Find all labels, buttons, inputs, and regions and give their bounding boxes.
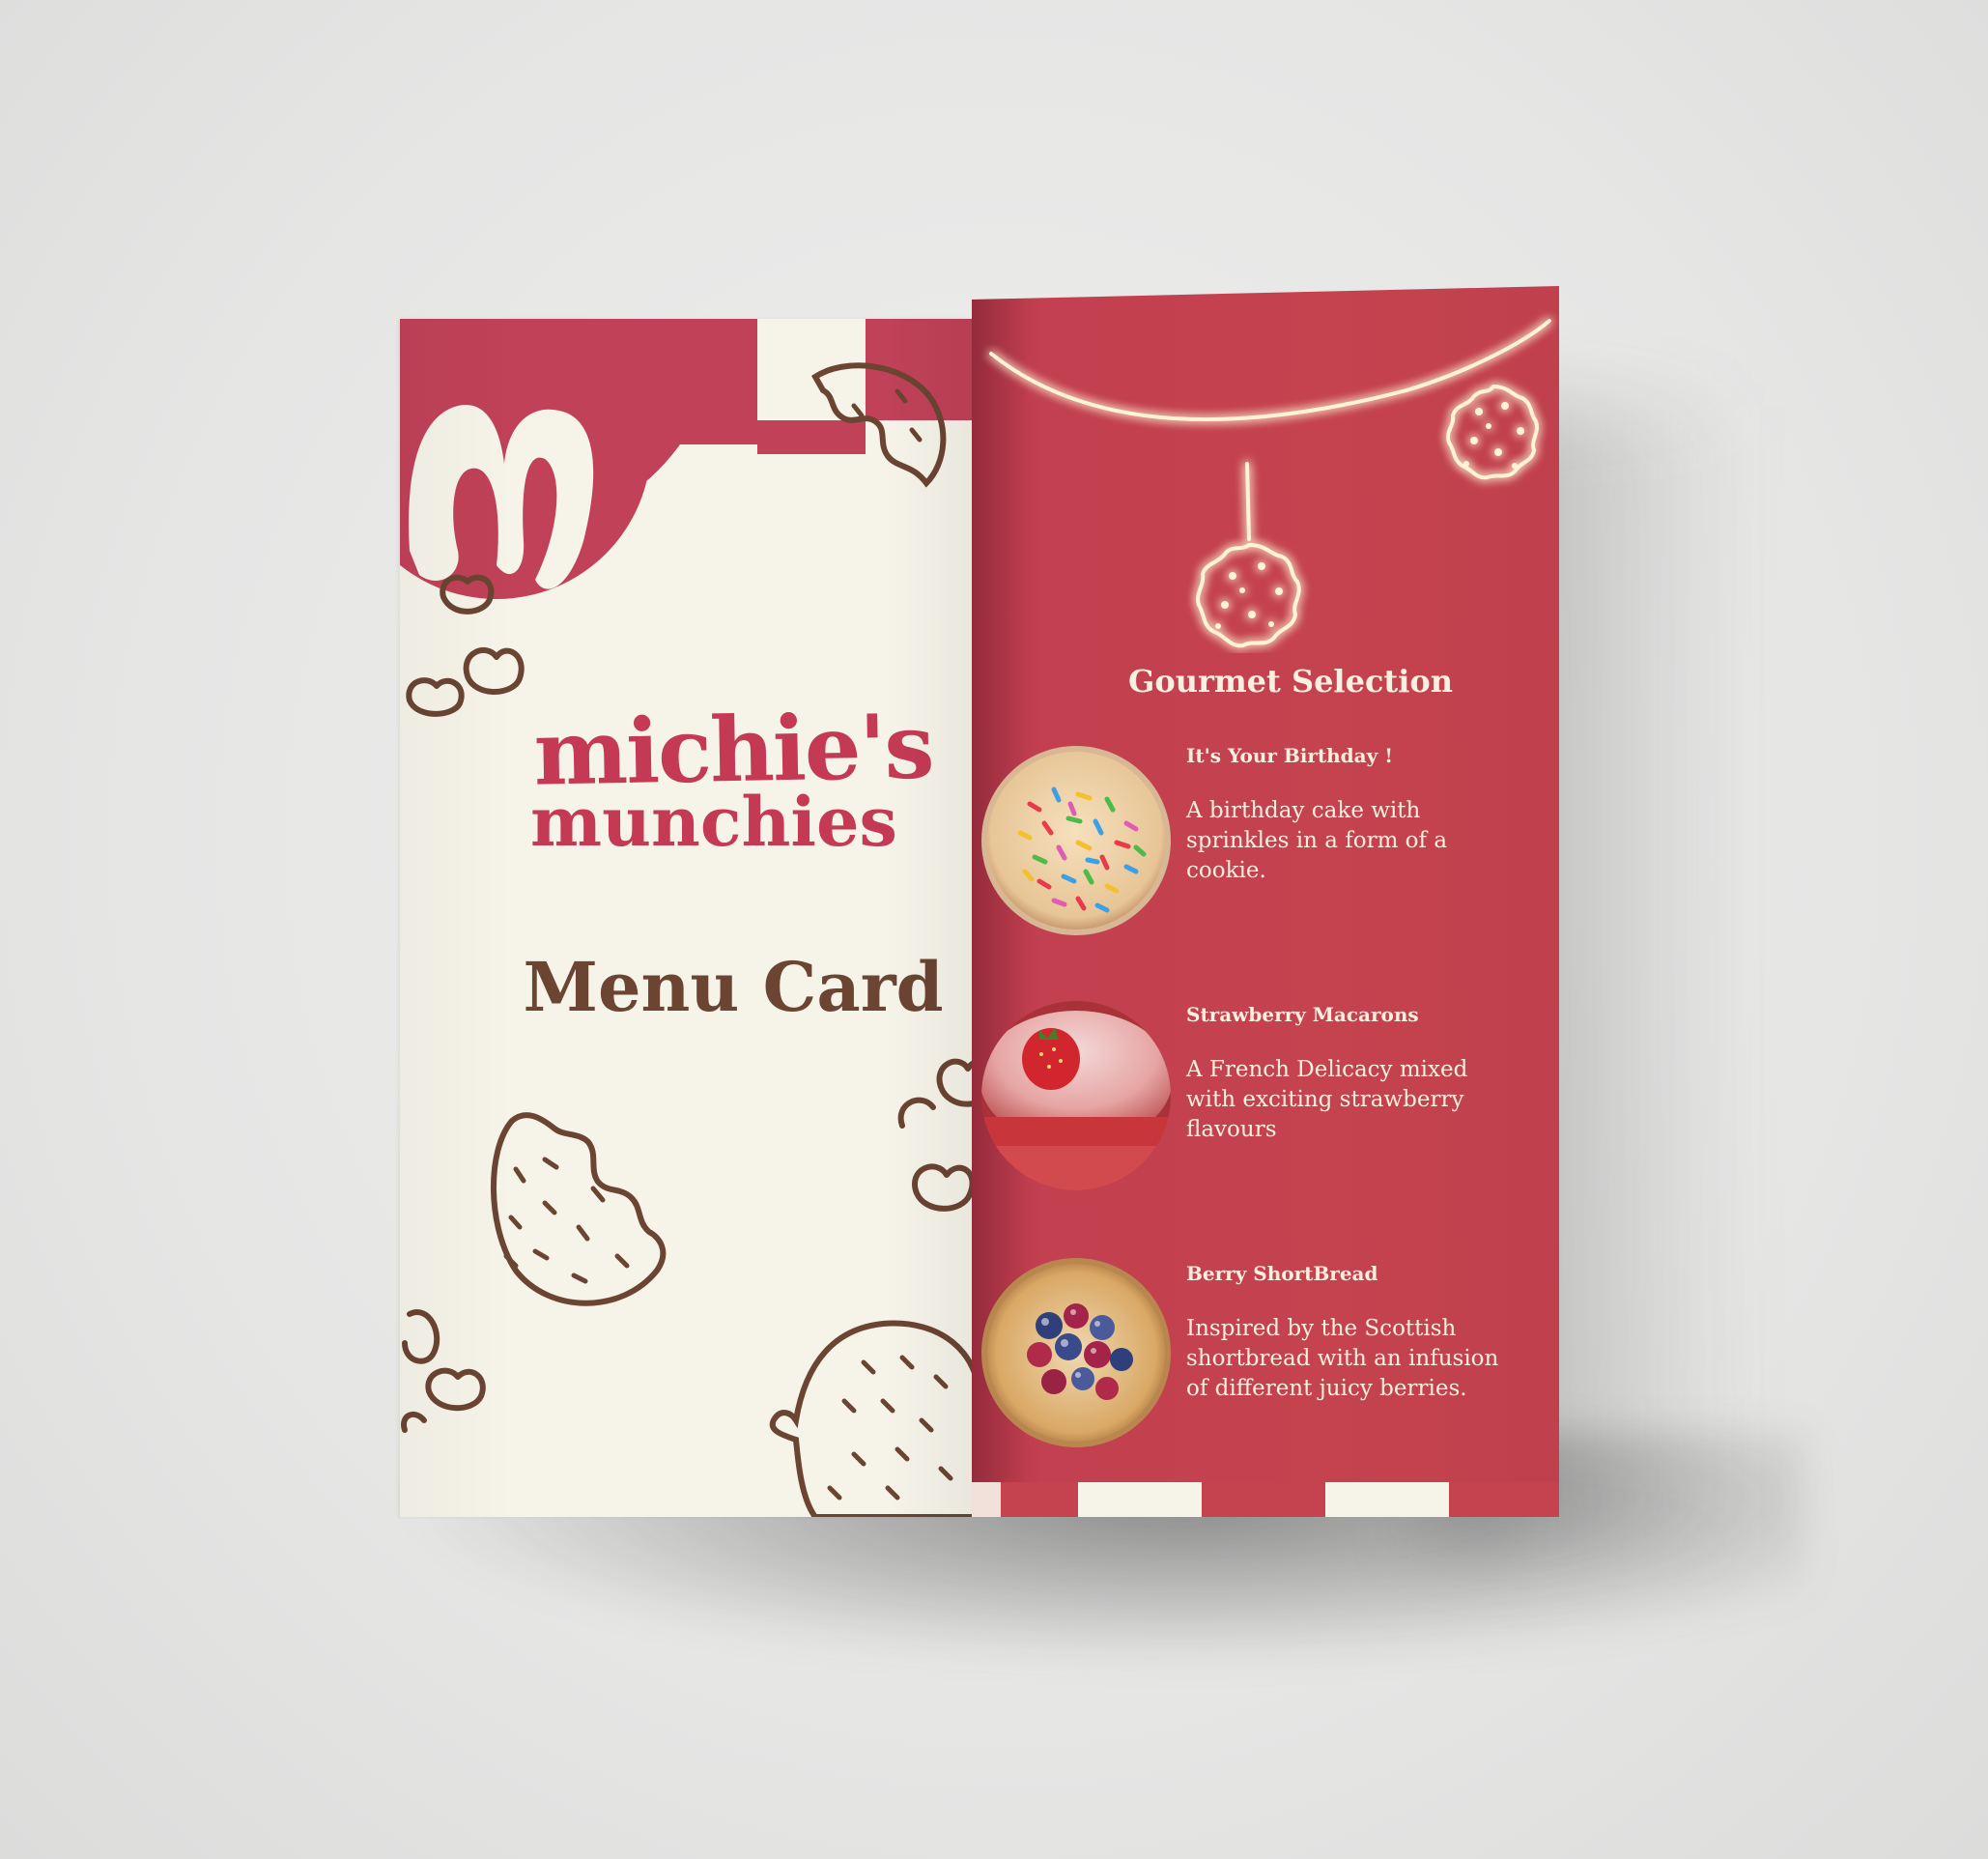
cookie-doodles bbox=[401, 362, 972, 1517]
strawberry-macaron-image bbox=[981, 1001, 1171, 1190]
cookie-garland-illustration bbox=[989, 319, 1551, 648]
item-name-3: Berry ShortBread bbox=[1186, 1262, 1378, 1285]
menu-inside-panel: Gourmet Selection It's Your Birthday ! A… bbox=[972, 286, 1559, 1517]
item-name-2: Strawberry Macarons bbox=[1186, 1003, 1419, 1026]
item-description-3: Inspired by the Scottish shortbread with… bbox=[1186, 1316, 1499, 1401]
item-description-1: A birthday cake with sprinkles in a form… bbox=[1186, 798, 1448, 883]
item-description-2: A French Delicacy mixed with exciting st… bbox=[1186, 1057, 1468, 1142]
brand-name-line1: michie's bbox=[532, 694, 934, 806]
berry-shortbread-image bbox=[981, 1258, 1171, 1447]
item-name-1: It's Your Birthday ! bbox=[1186, 744, 1393, 767]
brand-logo-text: michie's munchies bbox=[506, 694, 960, 856]
checker-pattern-bottom bbox=[972, 1482, 1559, 1517]
section-title: Gourmet Selection bbox=[1128, 663, 1453, 700]
menu-cover-panel: michie's munchies Menu Card bbox=[400, 319, 972, 1517]
sprinkle-cookie-image bbox=[981, 746, 1171, 935]
menu-card-title: Menu Card bbox=[523, 947, 944, 1027]
